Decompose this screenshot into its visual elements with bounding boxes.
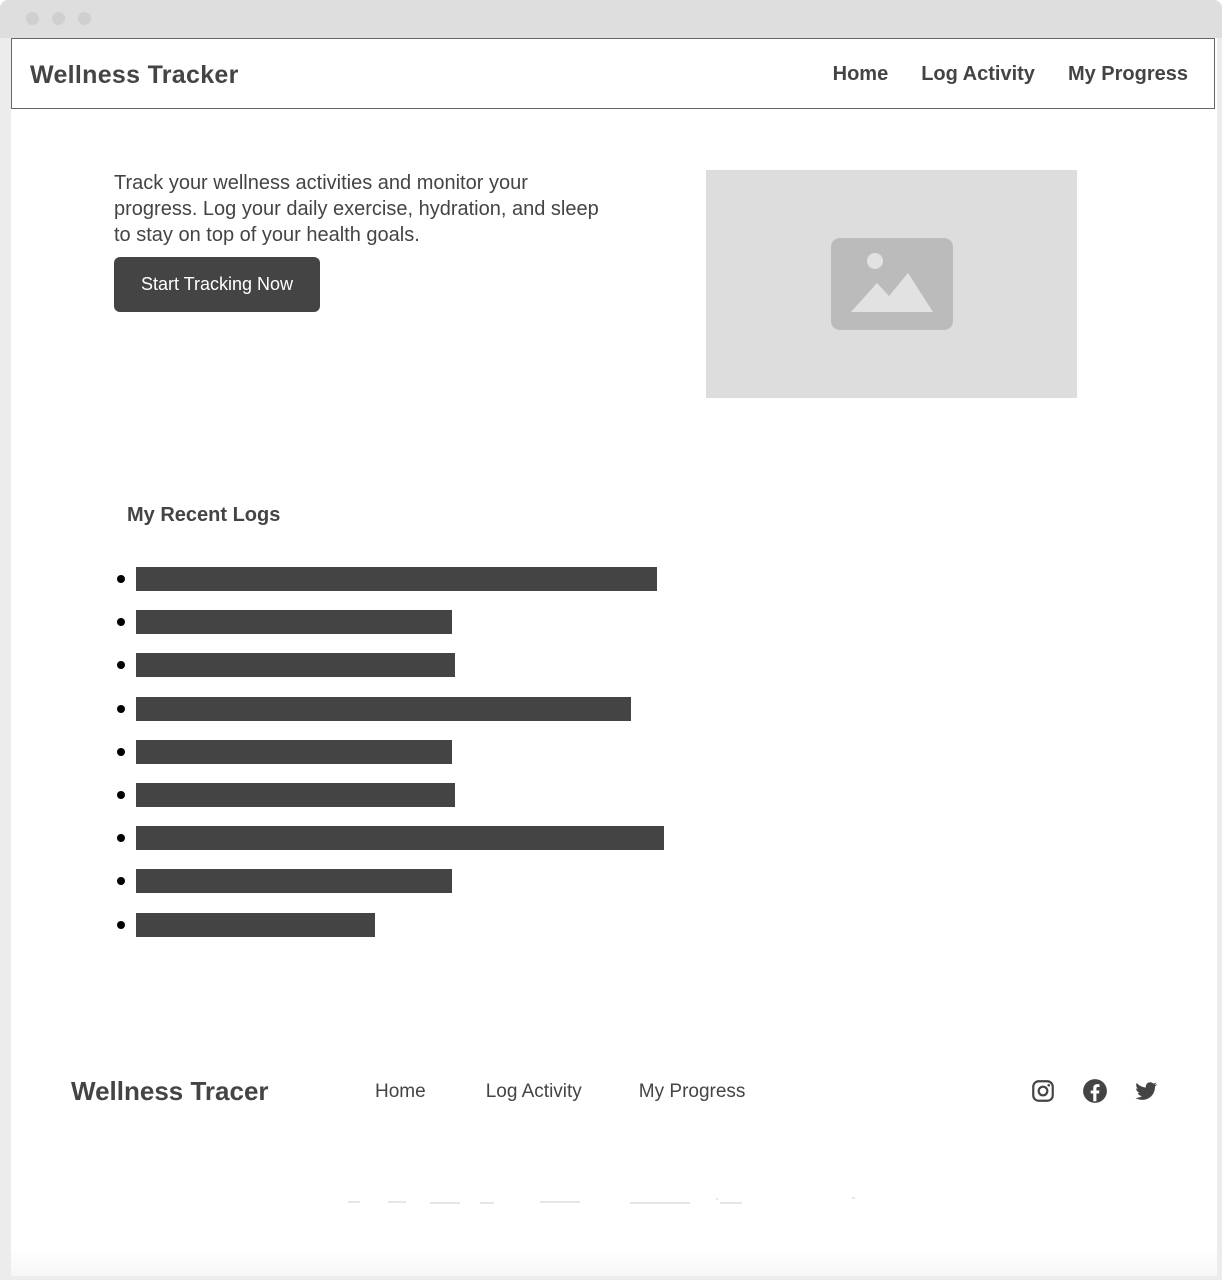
log-list-item[interactable] bbox=[0, 696, 700, 721]
recent-logs-heading: My Recent Logs bbox=[127, 504, 281, 526]
start-tracking-button[interactable]: Start Tracking Now bbox=[114, 257, 320, 312]
list-bullet bbox=[117, 877, 125, 886]
log-text-placeholder bbox=[136, 869, 452, 894]
footer: Wellness Tracer Home Log Activity My Pro… bbox=[11, 1040, 1217, 1240]
log-text-placeholder bbox=[136, 912, 375, 937]
footer-brand[interactable]: Wellness Tracer bbox=[71, 1076, 269, 1107]
list-bullet bbox=[117, 834, 125, 843]
brand-logo[interactable]: Wellness Tracker bbox=[30, 61, 239, 90]
top-nav-links: Home Log Activity My Progress bbox=[833, 63, 1188, 86]
log-list-item[interactable] bbox=[0, 567, 700, 591]
log-text-placeholder bbox=[136, 567, 657, 591]
list-bullet bbox=[117, 575, 125, 583]
window-titlebar bbox=[0, 0, 1222, 38]
log-list-item[interactable] bbox=[0, 739, 700, 764]
log-text-placeholder bbox=[136, 610, 452, 635]
log-list-item[interactable] bbox=[0, 783, 700, 807]
hero-description: Track your wellness activities and monit… bbox=[114, 172, 599, 246]
instagram-icon[interactable] bbox=[1030, 1078, 1056, 1104]
footer-nav-links: Home Log Activity My Progress bbox=[375, 1081, 745, 1103]
footer-link-home[interactable]: Home bbox=[375, 1081, 426, 1103]
hero-image-placeholder bbox=[706, 170, 1077, 398]
facebook-icon[interactable] bbox=[1082, 1078, 1108, 1104]
list-bullet bbox=[117, 618, 125, 627]
log-text-placeholder bbox=[136, 826, 664, 851]
window-frame-right bbox=[1217, 38, 1222, 1280]
list-bullet bbox=[117, 704, 125, 713]
nav-link-log-activity[interactable]: Log Activity bbox=[921, 63, 1035, 86]
footer-link-my-progress[interactable]: My Progress bbox=[639, 1081, 746, 1103]
log-text-placeholder bbox=[136, 739, 452, 764]
list-bullet bbox=[117, 747, 125, 756]
footer-link-log-activity[interactable]: Log Activity bbox=[486, 1081, 582, 1103]
footer-faint-text bbox=[348, 1197, 855, 1204]
window-minimize-dot[interactable] bbox=[52, 12, 65, 25]
image-placeholder-icon bbox=[831, 238, 953, 330]
page-bottom-fade bbox=[11, 1248, 1217, 1276]
log-list-item[interactable] bbox=[0, 869, 700, 894]
nav-link-home[interactable]: Home bbox=[833, 63, 889, 86]
window-close-dot[interactable] bbox=[26, 12, 39, 25]
log-list-item[interactable] bbox=[0, 610, 700, 635]
log-text-placeholder bbox=[136, 783, 455, 807]
top-navbar: Wellness Tracker Home Log Activity My Pr… bbox=[11, 38, 1215, 109]
log-list-item[interactable] bbox=[0, 653, 700, 678]
log-list-item[interactable] bbox=[0, 826, 700, 851]
log-text-placeholder bbox=[136, 653, 455, 678]
log-text-placeholder bbox=[136, 696, 631, 721]
list-bullet bbox=[117, 661, 125, 670]
window-frame-bottom bbox=[0, 1276, 1222, 1280]
nav-link-my-progress[interactable]: My Progress bbox=[1068, 63, 1188, 86]
twitter-icon[interactable] bbox=[1133, 1078, 1159, 1104]
list-bullet bbox=[117, 920, 125, 929]
list-bullet bbox=[117, 791, 125, 799]
log-list-item[interactable] bbox=[0, 912, 700, 937]
browser-window: Wellness Tracker Home Log Activity My Pr… bbox=[0, 0, 1222, 1280]
window-maximize-dot[interactable] bbox=[78, 12, 91, 25]
